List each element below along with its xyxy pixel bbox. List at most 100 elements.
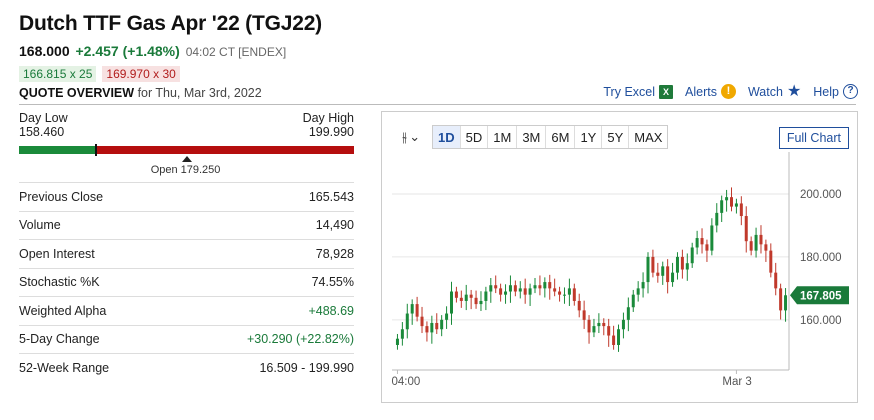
candle-body <box>666 266 670 283</box>
stat-row: Previous Close 165.543 <box>19 182 354 211</box>
day-low: Day Low 158.460 <box>19 111 68 139</box>
candle-body <box>587 319 591 333</box>
bid-badge: 166.815 x 25 <box>19 66 97 82</box>
help-icon[interactable]: ? <box>843 84 858 99</box>
candle-body <box>513 285 517 292</box>
candle-body <box>592 326 596 333</box>
stat-value: +30.290 (+22.82%) <box>246 332 354 347</box>
y-tick-label: 180.000 <box>800 252 842 264</box>
alert-icon[interactable]: ! <box>720 84 736 99</box>
chart-type-dropdown[interactable]: ⫳ ⌄ <box>396 126 426 148</box>
candle-body <box>562 294 566 296</box>
candle-body <box>774 272 778 289</box>
period-1y[interactable]: 1Y <box>574 126 601 148</box>
price-change: +2.457 (+1.48%) <box>75 43 180 59</box>
stat-label: Weighted Alpha <box>19 303 107 318</box>
stat-row: Volume 14,490 <box>19 210 354 240</box>
candle-body <box>400 329 404 339</box>
full-chart-button[interactable]: Full Chart <box>778 127 849 149</box>
candle-body <box>523 288 527 295</box>
day-high: Day High 199.990 <box>303 111 354 139</box>
candle-body <box>612 335 616 345</box>
candle-body <box>759 234 763 245</box>
day-high-value: 199.990 <box>308 125 354 139</box>
candle-body <box>504 291 508 295</box>
last-price-label: 167.805 <box>800 290 842 302</box>
excel-icon[interactable]: X <box>659 84 674 99</box>
period-max[interactable]: MAX <box>628 126 667 148</box>
candle-body <box>518 288 522 292</box>
candle-body <box>626 307 630 320</box>
candle-body <box>715 212 719 226</box>
stat-value: +488.69 <box>308 303 354 318</box>
candle-body <box>646 256 650 283</box>
candle-body <box>479 300 483 305</box>
candle-body <box>641 282 645 289</box>
try-excel-link[interactable]: Try Excel <box>603 85 655 99</box>
period-6m[interactable]: 6M <box>545 126 574 148</box>
stat-value: 74.55% <box>311 275 354 290</box>
candle-body <box>572 288 576 301</box>
candle-body <box>695 238 699 248</box>
stat-value: 14,490 <box>315 218 354 233</box>
stat-label: Previous Close <box>19 189 104 204</box>
candle-body <box>415 304 419 317</box>
candle-body <box>690 247 694 264</box>
candle-body <box>597 322 601 327</box>
candle-body <box>410 304 414 314</box>
candle-body <box>445 313 449 320</box>
toolbar: Try Excel X Alerts ! Watch ★ Help ? <box>595 83 858 99</box>
candle-body <box>508 285 512 292</box>
candle-body <box>607 326 611 336</box>
star-icon[interactable]: ★ <box>787 83 801 99</box>
candle-body <box>543 282 547 289</box>
stat-label: 52-Week Range <box>19 360 110 375</box>
candle-body <box>779 288 783 311</box>
period-5y[interactable]: 5Y <box>601 126 628 148</box>
candle-body <box>680 256 684 270</box>
stat-row: 52-Week Range 16.509 - 199.990 <box>19 353 354 382</box>
candle-body <box>405 313 409 330</box>
period-5d[interactable]: 5D <box>459 126 488 148</box>
candle-body <box>553 288 557 292</box>
candle-body <box>685 263 689 270</box>
candle-body <box>489 285 493 292</box>
chart-toolbar: ⫳ ⌄ 1D 5D 1M 3M 6M 1Y 5Y MAX <box>396 125 669 149</box>
period-1d[interactable]: 1D <box>433 126 460 148</box>
page-title: Dutch TTF Gas Apr '22 (TGJ22) <box>19 12 322 35</box>
help-link[interactable]: Help <box>813 85 839 99</box>
candle-body <box>651 256 655 273</box>
candle-body <box>617 329 621 345</box>
stat-label: 5-Day Change <box>19 332 100 347</box>
period-1m[interactable]: 1M <box>487 126 516 148</box>
candlestick-icon: ⫳ <box>401 129 408 144</box>
x-tick-label: Mar 3 <box>722 376 751 388</box>
alerts-link[interactable]: Alerts <box>685 85 717 99</box>
watch-link[interactable]: Watch <box>748 85 783 99</box>
candle-body <box>675 256 679 273</box>
candle-body <box>548 282 552 289</box>
candle-body <box>582 310 586 320</box>
candle-body <box>474 297 478 305</box>
candle-body <box>661 266 665 276</box>
candle-body <box>700 238 704 245</box>
candle-body <box>671 272 675 283</box>
x-tick-label: 04:00 <box>391 376 420 388</box>
open-marker-icon <box>181 156 192 162</box>
period-3m[interactable]: 3M <box>516 126 545 148</box>
candle-body <box>631 294 635 308</box>
day-range-fill <box>19 146 96 154</box>
day-low-value: 158.460 <box>19 125 65 139</box>
price-chart[interactable]: 160.000 180.000 200.000 04:00 Mar 3 167.805 <box>382 112 857 402</box>
stat-row: 5-Day Change +30.290 (+22.82%) <box>19 324 354 354</box>
candle-body <box>469 294 473 298</box>
candle-body <box>769 250 773 273</box>
candle-body <box>440 319 444 330</box>
candle-body <box>420 316 424 327</box>
ask-badge: 169.970 x 30 <box>102 66 180 82</box>
day-high-label: Day High <box>302 111 354 125</box>
candle-body <box>764 244 768 251</box>
overview-date: for Thu, Mar 3rd, 2022 <box>137 86 262 100</box>
candle-body <box>567 288 571 295</box>
candle-body <box>533 285 537 289</box>
